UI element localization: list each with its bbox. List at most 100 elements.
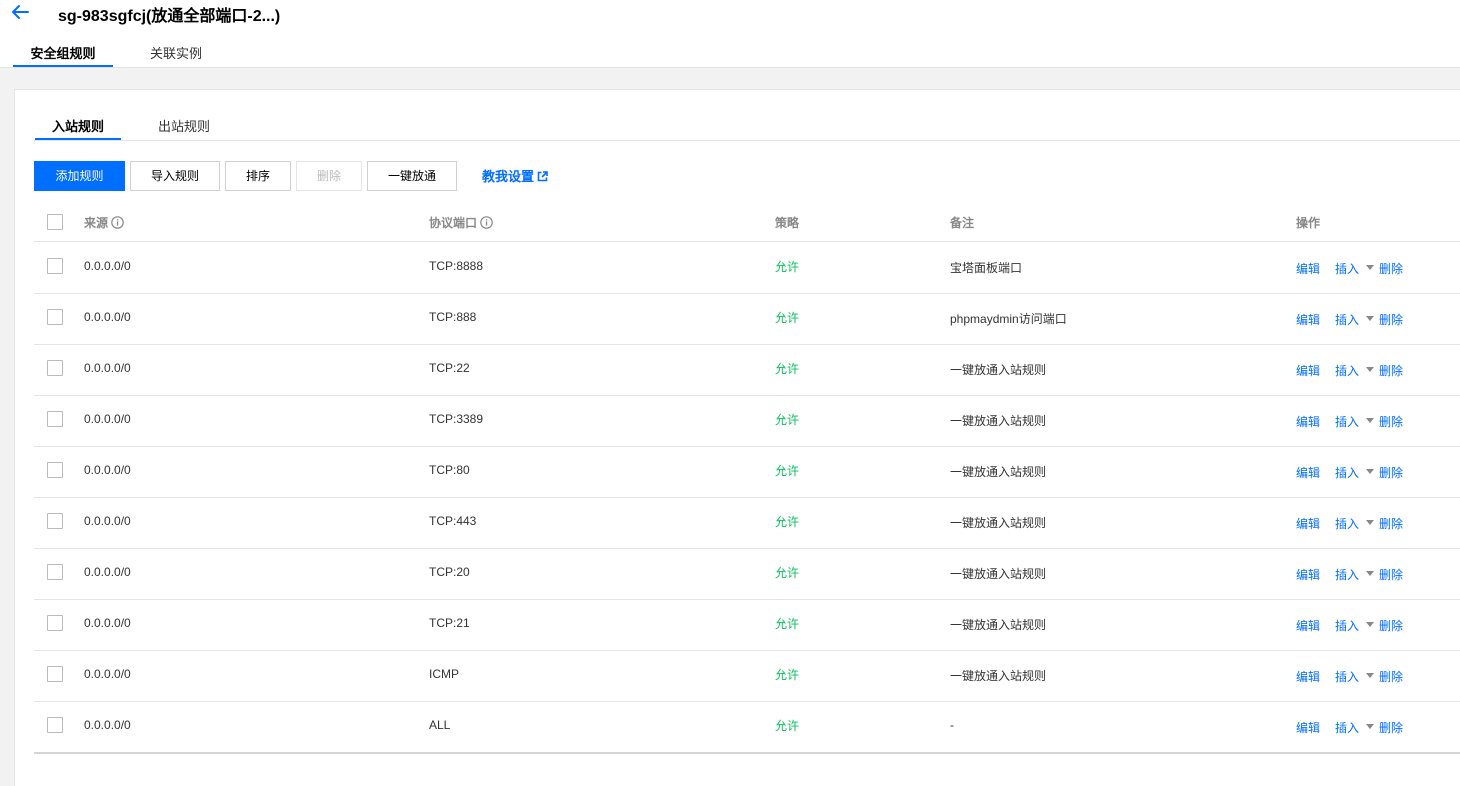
- cell-note: -: [950, 718, 954, 732]
- page-header: sg-983sgfcj(放通全部端口-2...) 安全组规则 关联实例: [0, 0, 1460, 68]
- delete-link[interactable]: 删除: [1379, 668, 1403, 685]
- delete-link[interactable]: 删除: [1379, 515, 1403, 532]
- edit-link[interactable]: 编辑: [1296, 311, 1320, 328]
- row-checkbox[interactable]: [47, 258, 63, 274]
- caret-down-icon[interactable]: [1366, 265, 1374, 270]
- back-arrow-icon[interactable]: [10, 3, 30, 21]
- info-icon[interactable]: [111, 216, 124, 229]
- cell-note: 一键放通入站规则: [950, 618, 1047, 632]
- caret-down-icon[interactable]: [1366, 520, 1374, 525]
- cell-policy: 允许: [775, 260, 800, 274]
- cell-note: 一键放通入站规则: [950, 465, 1047, 479]
- edit-link[interactable]: 编辑: [1296, 515, 1320, 532]
- row-checkbox[interactable]: [47, 513, 63, 529]
- add-rule-button[interactable]: 添加规则: [34, 161, 125, 191]
- row-checkbox[interactable]: [47, 411, 63, 427]
- insert-link[interactable]: 插入: [1335, 260, 1359, 277]
- help-link[interactable]: 教我设置: [482, 166, 548, 185]
- cell-source: 0.0.0.0/0: [84, 616, 131, 630]
- insert-link[interactable]: 插入: [1335, 617, 1359, 634]
- tab-outbound-rules[interactable]: 出站规则: [141, 116, 227, 140]
- delete-link[interactable]: 删除: [1379, 617, 1403, 634]
- cell-source: 0.0.0.0/0: [84, 667, 131, 681]
- edit-link[interactable]: 编辑: [1296, 617, 1320, 634]
- cell-policy: 允许: [775, 515, 800, 529]
- insert-link[interactable]: 插入: [1335, 464, 1359, 481]
- edit-link[interactable]: 编辑: [1296, 668, 1320, 685]
- cell-source: 0.0.0.0/0: [84, 565, 131, 579]
- delete-link[interactable]: 删除: [1379, 260, 1403, 277]
- info-icon[interactable]: [480, 216, 493, 229]
- delete-link[interactable]: 删除: [1379, 362, 1403, 379]
- row-checkbox[interactable]: [47, 717, 63, 733]
- column-header-port-label: 协议端口: [429, 216, 478, 230]
- insert-link[interactable]: 插入: [1335, 515, 1359, 532]
- column-header-port: 协议端口: [429, 214, 493, 231]
- caret-down-icon[interactable]: [1366, 673, 1374, 678]
- tab-security-group-rules[interactable]: 安全组规则: [13, 43, 113, 67]
- delete-link[interactable]: 删除: [1379, 311, 1403, 328]
- delete-link[interactable]: 删除: [1379, 464, 1403, 481]
- cell-note: 一键放通入站规则: [950, 567, 1047, 581]
- cell-policy: 允许: [775, 617, 800, 631]
- edit-link[interactable]: 编辑: [1296, 260, 1320, 277]
- edit-link[interactable]: 编辑: [1296, 413, 1320, 430]
- row-checkbox[interactable]: [47, 615, 63, 631]
- row-checkbox[interactable]: [47, 360, 63, 376]
- cell-note: 宝塔面板端口: [950, 261, 1023, 275]
- open-all-button[interactable]: 一键放通: [367, 161, 457, 191]
- row-checkbox[interactable]: [47, 462, 63, 478]
- cell-port: TCP:80: [429, 463, 470, 477]
- cell-note: phpmaydmin访问端口: [950, 312, 1067, 326]
- cell-policy: 允许: [775, 464, 800, 478]
- caret-down-icon[interactable]: [1366, 622, 1374, 627]
- tab-inbound-rules[interactable]: 入站规则: [35, 116, 121, 140]
- delete-button[interactable]: 删除: [296, 161, 362, 191]
- caret-down-icon[interactable]: [1366, 316, 1374, 321]
- edit-link[interactable]: 编辑: [1296, 362, 1320, 379]
- table-row: 0.0.0.0/0 TCP:21 允许 一键放通入站规则 编辑 插入 删除: [15, 599, 1460, 650]
- cell-port: TCP:3389: [429, 412, 484, 426]
- delete-link[interactable]: 删除: [1379, 719, 1403, 736]
- table-row: 0.0.0.0/0 TCP:20 允许 一键放通入站规则 编辑 插入 删除: [15, 548, 1460, 599]
- row-checkbox[interactable]: [47, 564, 63, 580]
- edit-link[interactable]: 编辑: [1296, 464, 1320, 481]
- import-rules-button[interactable]: 导入规则: [130, 161, 220, 191]
- select-all-checkbox[interactable]: [47, 214, 63, 230]
- cell-source: 0.0.0.0/0: [84, 463, 131, 477]
- delete-link[interactable]: 删除: [1379, 413, 1403, 430]
- delete-link[interactable]: 删除: [1379, 566, 1403, 583]
- table-row: 0.0.0.0/0 TCP:3389 允许 一键放通入站规则 编辑 插入 删除: [15, 395, 1460, 446]
- insert-link[interactable]: 插入: [1335, 566, 1359, 583]
- cell-note: 一键放通入站规则: [950, 516, 1047, 530]
- edit-link[interactable]: 编辑: [1296, 719, 1320, 736]
- tab-associated-instances[interactable]: 关联实例: [128, 43, 224, 67]
- table-row: 0.0.0.0/0 ALL 允许 - 编辑 插入 删除: [15, 701, 1460, 752]
- insert-link[interactable]: 插入: [1335, 413, 1359, 430]
- insert-link[interactable]: 插入: [1335, 311, 1359, 328]
- external-link-icon: [537, 171, 548, 182]
- insert-link[interactable]: 插入: [1335, 362, 1359, 379]
- cell-port: TCP:888: [429, 310, 477, 324]
- row-checkbox[interactable]: [47, 666, 63, 682]
- caret-down-icon[interactable]: [1366, 724, 1374, 729]
- cell-policy: 允许: [775, 311, 800, 325]
- edit-link[interactable]: 编辑: [1296, 566, 1320, 583]
- insert-link[interactable]: 插入: [1335, 719, 1359, 736]
- insert-link[interactable]: 插入: [1335, 668, 1359, 685]
- row-checkbox[interactable]: [47, 309, 63, 325]
- caret-down-icon[interactable]: [1366, 571, 1374, 576]
- caret-down-icon[interactable]: [1366, 418, 1374, 423]
- cell-source: 0.0.0.0/0: [84, 259, 131, 273]
- cell-source: 0.0.0.0/0: [84, 412, 131, 426]
- cell-port: TCP:22: [429, 361, 470, 375]
- row-divider: [34, 752, 1460, 754]
- cell-note: 一键放通入站规则: [950, 414, 1047, 428]
- cell-port: TCP:443: [429, 514, 477, 528]
- cell-source: 0.0.0.0/0: [84, 310, 131, 324]
- table-row: 0.0.0.0/0 TCP:8888 允许 宝塔面板端口 编辑 插入 删除: [15, 242, 1460, 293]
- caret-down-icon[interactable]: [1366, 367, 1374, 372]
- caret-down-icon[interactable]: [1366, 469, 1374, 474]
- sort-button[interactable]: 排序: [225, 161, 291, 191]
- table-row: 0.0.0.0/0 TCP:22 允许 一键放通入站规则 编辑 插入 删除: [15, 344, 1460, 395]
